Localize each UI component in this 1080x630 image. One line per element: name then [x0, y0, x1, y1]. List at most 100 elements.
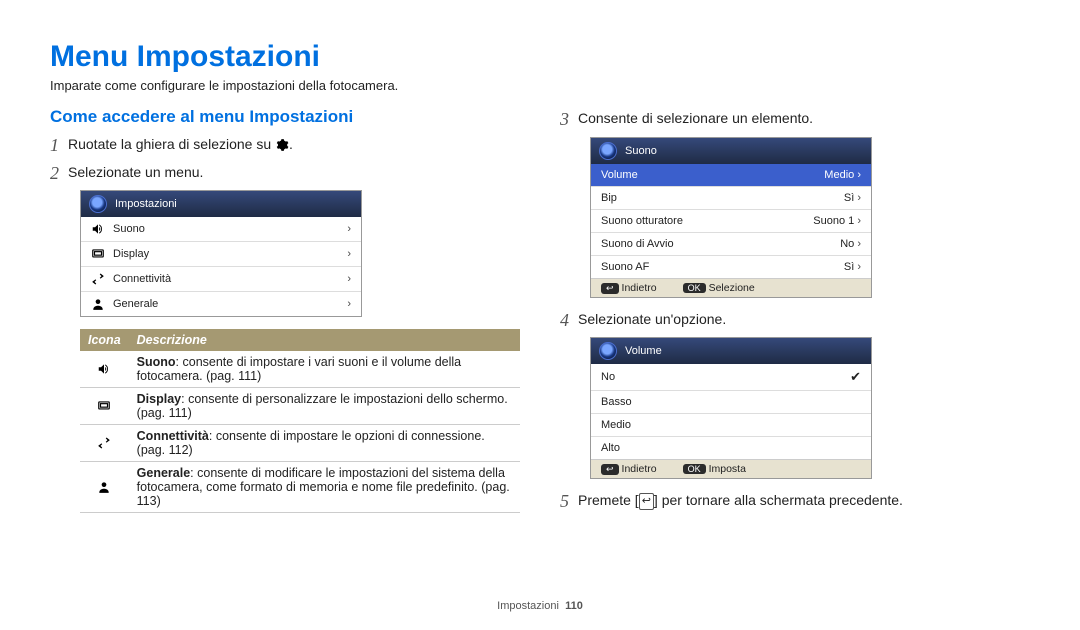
menu-row-label: Medio	[601, 419, 631, 431]
menu-header-title: Volume	[625, 345, 662, 357]
table-row: Generale: consente di modificare le impo…	[80, 462, 520, 513]
table-row: Display: consente di personalizzare le i…	[80, 388, 520, 425]
table-row: Connettività: consente di impostare le o…	[80, 425, 520, 462]
menu-row-label: No	[601, 371, 615, 383]
person-icon	[80, 462, 129, 513]
display-icon	[80, 388, 129, 425]
footer-back-label: Indietro	[622, 463, 657, 475]
chevron-right-icon: ›	[857, 169, 861, 181]
left-column: Come accedere al menu Impostazioni 1 Ruo…	[50, 107, 520, 519]
step-text: Premete [↩] per tornare alla schermata p…	[578, 491, 903, 511]
table-cell-desc: Connettività: consente di impostare le o…	[129, 425, 520, 462]
footer-section: Impostazioni	[497, 600, 559, 612]
menu-row-label: Alto	[601, 442, 620, 454]
menu-header-title: Impostazioni	[115, 198, 177, 210]
menu-row[interactable]: No ✔	[591, 364, 871, 391]
dial-icon	[599, 342, 617, 360]
chevron-right-icon: ›	[857, 215, 861, 227]
back-icon: ↩	[601, 464, 619, 475]
page-title: Menu Impostazioni	[50, 40, 1030, 74]
table-row: Suono: consente di impostare i vari suon…	[80, 351, 520, 388]
speaker-icon	[80, 351, 129, 388]
menu-row-value: Sì ›	[844, 192, 861, 204]
menu-row[interactable]: Bip Sì ›	[591, 187, 871, 210]
right-column: 3 Consente di selezionare un elemento. S…	[560, 107, 1030, 519]
check-icon: ✔	[850, 369, 861, 385]
intro-text: Imparate come configurare le impostazion…	[50, 78, 1030, 93]
menu-footer: ↩Indietro OKSelezione	[591, 278, 871, 297]
menu-row[interactable]: Alto	[591, 437, 871, 459]
step-5: 5 Premete [↩] per tornare alla schermata…	[560, 491, 1030, 513]
menu-header: Suono	[591, 138, 871, 164]
swap-icon	[80, 425, 129, 462]
step-text: Selezionate un'opzione.	[578, 310, 726, 329]
description-table: Icona Descrizione Suono: consente di imp…	[80, 329, 520, 513]
step-text: Consente di selezionare un elemento.	[578, 109, 813, 128]
dial-icon	[599, 142, 617, 160]
section-heading: Come accedere al menu Impostazioni	[50, 107, 520, 127]
chevron-right-icon: ›	[347, 298, 351, 310]
chevron-right-icon: ›	[347, 273, 351, 285]
step-number: 5	[560, 491, 578, 513]
menu-row-label: Suono	[113, 223, 145, 235]
chevron-right-icon: ›	[857, 192, 861, 204]
menu-row-label: Suono di Avvio	[601, 238, 674, 250]
page-footer: Impostazioni 110	[0, 600, 1080, 612]
menu-header: Impostazioni	[81, 191, 361, 217]
step-number: 4	[560, 310, 578, 332]
menu-screenshot-3: Volume No✔BassoMedioAlto ↩Indietro OKImp…	[590, 337, 872, 479]
table-cell-desc: Display: consente di personalizzare le i…	[129, 388, 520, 425]
table-cell-desc: Suono: consente di impostare i vari suon…	[129, 351, 520, 388]
chevron-right-icon: ›	[857, 238, 861, 250]
menu-row-label: Suono AF	[601, 261, 649, 273]
menu-screenshot-2: Suono Volume Medio › Bip Sì › Suono otturato…	[590, 137, 872, 298]
ok-icon: OK	[683, 283, 706, 293]
table-header-desc: Descrizione	[129, 329, 520, 351]
display-icon	[91, 247, 105, 261]
gear-icon	[275, 138, 289, 152]
menu-row-value: Medio ›	[824, 169, 861, 181]
menu-row[interactable]: Suono otturatore Suono 1 ›	[591, 210, 871, 233]
step-text: Ruotate la ghiera di selezione su .	[68, 135, 293, 154]
footer-ok-label: Selezione	[709, 282, 755, 294]
chevron-right-icon: ›	[347, 223, 351, 235]
menu-row[interactable]: Suono ›	[81, 217, 361, 242]
dial-icon	[89, 195, 107, 213]
back-icon: ↩	[601, 283, 619, 294]
menu-row[interactable]: Basso	[591, 391, 871, 414]
step-text: Selezionate un menu.	[68, 163, 203, 182]
menu-row-label: Volume	[601, 169, 638, 181]
menu-row[interactable]: Suono di AvvioNo ›	[591, 233, 871, 256]
footer-page-number: 110	[565, 600, 583, 612]
person-icon	[91, 297, 105, 311]
menu-row-label: Bip	[601, 192, 617, 204]
menu-header: Volume	[591, 338, 871, 364]
menu-row[interactable]: Generale ›	[81, 292, 361, 316]
menu-row-label: Suono otturatore	[601, 215, 683, 227]
menu-row-label: Basso	[601, 396, 632, 408]
chevron-right-icon: ›	[347, 248, 351, 260]
step-1: 1 Ruotate la ghiera di selezione su .	[50, 135, 520, 157]
speaker-icon	[91, 222, 105, 236]
menu-row-label: Display	[113, 248, 149, 260]
menu-row-label: Generale	[113, 298, 158, 310]
menu-row[interactable]: Medio	[591, 414, 871, 437]
menu-screenshot-1: Impostazioni Suono › Display › Connettività ›…	[80, 190, 362, 317]
swap-icon	[91, 272, 105, 286]
footer-back-label: Indietro	[622, 282, 657, 294]
menu-header-title: Suono	[625, 145, 657, 157]
step-2: 2 Selezionate un menu.	[50, 163, 520, 185]
chevron-right-icon: ›	[857, 261, 861, 273]
step-number: 2	[50, 163, 68, 185]
step-number: 3	[560, 109, 578, 131]
table-cell-desc: Generale: consente di modificare le impo…	[129, 462, 520, 513]
menu-row[interactable]: Suono AFSì ›	[591, 256, 871, 278]
step-4: 4 Selezionate un'opzione.	[560, 310, 1030, 332]
menu-row[interactable]: Connettività ›	[81, 267, 361, 292]
table-header-icon: Icona	[80, 329, 129, 351]
menu-row-value: Suono 1 ›	[813, 215, 861, 227]
menu-row[interactable]: Display ›	[81, 242, 361, 267]
menu-row-label: Connettività	[113, 273, 171, 285]
menu-row[interactable]: Volume Medio ›	[591, 164, 871, 187]
step-3: 3 Consente di selezionare un elemento.	[560, 109, 1030, 131]
